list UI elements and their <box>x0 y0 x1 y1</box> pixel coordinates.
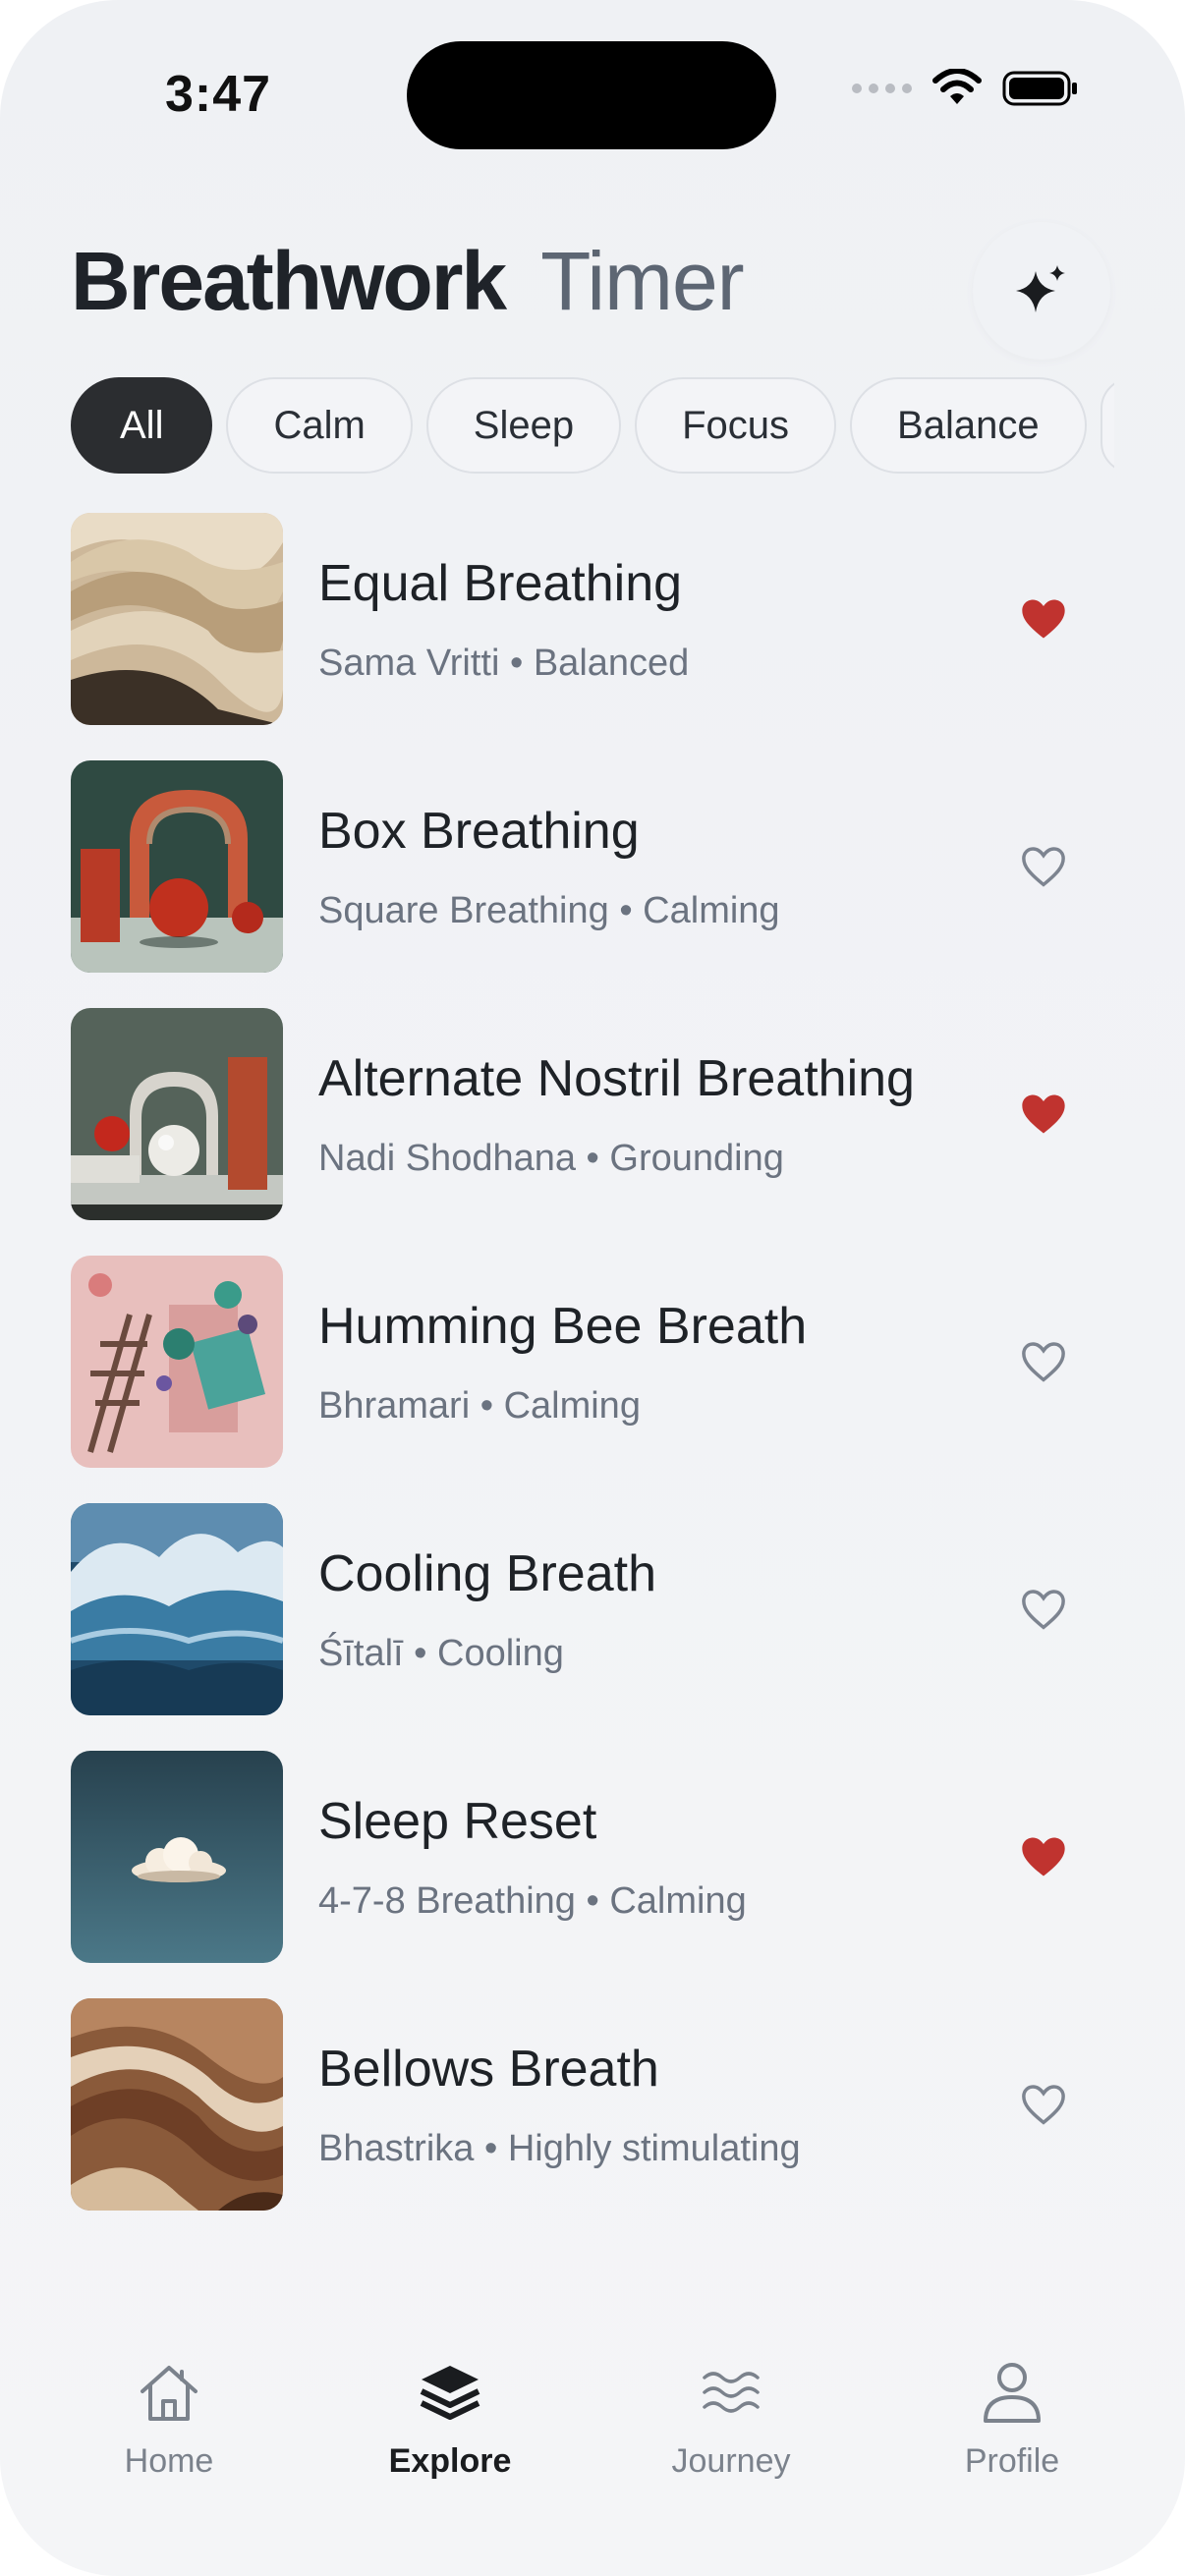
wood-grain-thumbnail <box>71 1998 283 2211</box>
heart-outline-icon[interactable] <box>1018 2079 1069 2130</box>
phone-screen: 3:47 Breathwork Timer All Calm Sleep Foc… <box>0 0 1185 2576</box>
sparkles-button[interactable] <box>973 222 1110 360</box>
chip-focus[interactable]: Focus <box>635 377 837 474</box>
status-time: 3:47 <box>165 66 272 123</box>
status-icons <box>852 69 1079 108</box>
tab-journey[interactable]: Journey <box>633 2358 829 2481</box>
heart-outline-icon[interactable] <box>1018 841 1069 892</box>
list-item[interactable]: Alternate Nostril Breathing Nadi Shodhan… <box>71 1008 1114 1220</box>
tab-label: Journey <box>671 2442 791 2480</box>
tab-label: Profile <box>964 2442 1060 2480</box>
exercise-subtitle: Bhramari • Calming <box>318 1385 641 1427</box>
exercise-subtitle: Nadi Shodhana • Grounding <box>318 1138 784 1179</box>
arches-spheres-thumbnail <box>71 760 283 973</box>
sparkles-icon <box>1016 265 1065 312</box>
person-icon <box>984 2363 1041 2423</box>
chip-more-partial[interactable] <box>1100 377 1114 474</box>
exercise-title: Sleep Reset <box>318 1793 597 1850</box>
tab-profile[interactable]: Profile <box>914 2358 1110 2481</box>
battery-icon <box>1002 71 1077 106</box>
tab-home[interactable]: Home <box>71 2358 267 2481</box>
chip-sleep[interactable]: Sleep <box>425 377 622 474</box>
exercise-subtitle: 4-7-8 Breathing • Calming <box>318 1880 747 1922</box>
exercise-subtitle: Śītalī • Cooling <box>318 1633 564 1674</box>
abstract-pink-thumbnail <box>71 1256 283 1468</box>
category-filter-chips: All Calm Sleep Focus Balance <box>71 377 1114 474</box>
chip-all[interactable]: All <box>71 377 213 474</box>
heart-outline-icon[interactable] <box>1018 1584 1069 1635</box>
page-subtitle: Timer <box>540 235 745 327</box>
list-item[interactable]: Cooling Breath Śītalī • Cooling <box>71 1503 1114 1715</box>
exercise-title: Cooling Breath <box>318 1545 656 1602</box>
list-item[interactable]: Box Breathing Square Breathing • Calming <box>71 760 1114 973</box>
home-icon <box>141 2366 198 2421</box>
chip-calm[interactable]: Calm <box>226 377 413 474</box>
heart-filled-icon[interactable] <box>1018 593 1069 644</box>
ocean-wave-thumbnail <box>71 1503 283 1715</box>
wifi-icon <box>932 69 982 104</box>
list-item[interactable]: Bellows Breath Bhastrika • Highly stimul… <box>71 1998 1114 2211</box>
exercise-subtitle: Square Breathing • Calming <box>318 890 780 931</box>
sand-waves-thumbnail <box>71 513 283 725</box>
list-item[interactable]: Humming Bee Breath Bhramari • Calming <box>71 1256 1114 1468</box>
tab-label: Explore <box>388 2442 512 2480</box>
list-item[interactable]: Sleep Reset 4-7-8 Breathing • Calming <box>71 1751 1114 1963</box>
tab-explore[interactable]: Explore <box>352 2358 548 2481</box>
exercise-title: Humming Bee Breath <box>318 1298 808 1355</box>
arch-spheres-thumbnail <box>71 1008 283 1220</box>
bottom-tab-bar: Home Explore Journey Profile <box>0 2358 1185 2515</box>
page-title-row: Breathwork Timer <box>71 234 745 329</box>
exercise-subtitle: Sama Vritti • Balanced <box>318 643 690 684</box>
chip-balance[interactable]: Balance <box>850 377 1087 474</box>
exercise-subtitle: Bhastrika • Highly stimulating <box>318 2128 801 2169</box>
page-title: Breathwork <box>71 235 507 327</box>
exercise-title: Equal Breathing <box>318 555 683 612</box>
signal-dots-icon <box>852 84 912 93</box>
exercise-title: Alternate Nostril Breathing <box>318 1050 915 1107</box>
dynamic-island <box>407 41 776 149</box>
exercise-list: Equal Breathing Sama Vritti • Balanced B… <box>71 513 1114 2246</box>
heart-outline-icon[interactable] <box>1018 1336 1069 1387</box>
heart-filled-icon[interactable] <box>1018 1831 1069 1882</box>
list-item[interactable]: Equal Breathing Sama Vritti • Balanced <box>71 513 1114 725</box>
tab-label: Home <box>124 2442 214 2480</box>
exercise-title: Box Breathing <box>318 803 640 860</box>
cloud-sky-thumbnail <box>71 1751 283 1963</box>
heart-filled-icon[interactable] <box>1018 1089 1069 1140</box>
waves-icon <box>703 2372 760 2413</box>
layers-icon <box>420 2366 480 2420</box>
exercise-title: Bellows Breath <box>318 2041 659 2098</box>
